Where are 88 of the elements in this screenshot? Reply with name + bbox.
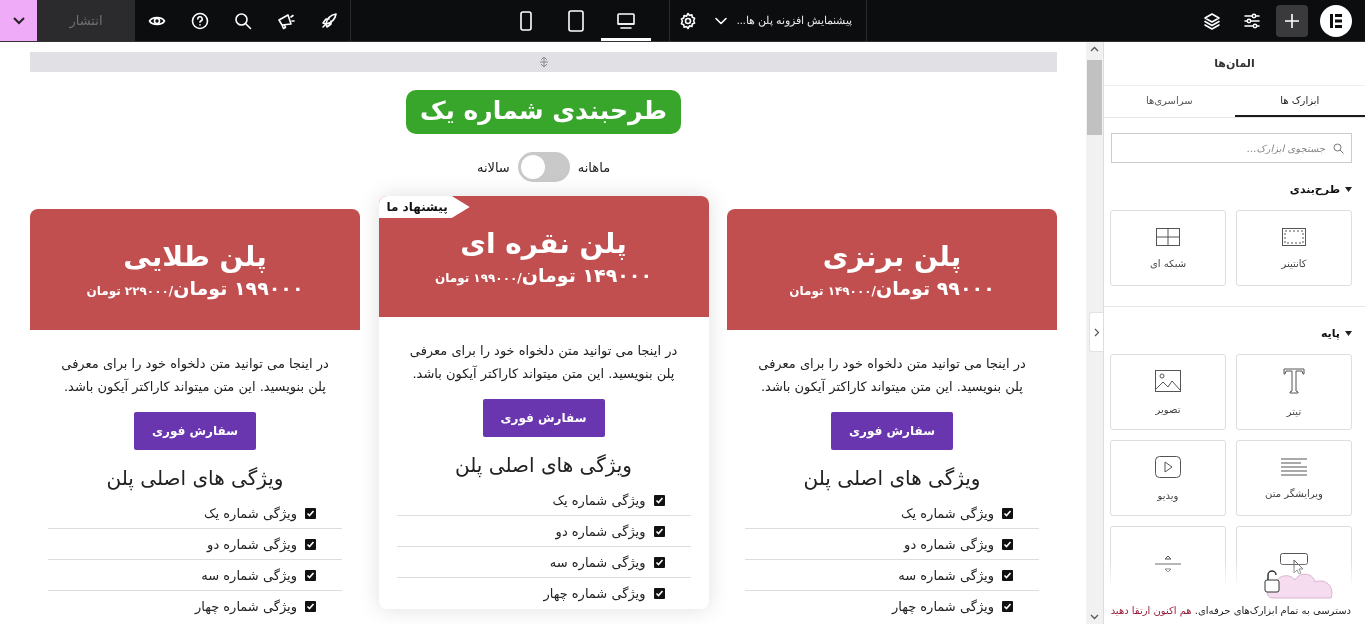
scroll-down-icon[interactable] [1090, 614, 1099, 620]
feature-text: ویژگی شماره یک [552, 492, 646, 508]
upgrade-link[interactable]: هم اکنون ارتقا دهید [1110, 605, 1192, 616]
caret-icon [1345, 331, 1352, 336]
order-button[interactable]: سفارش فوری [134, 412, 256, 450]
settings-icon [679, 11, 698, 30]
container-icon [1282, 227, 1306, 246]
widget-label: شبکه ای [1149, 257, 1187, 269]
tablet-icon [568, 9, 584, 32]
megaphone-icon [276, 11, 295, 30]
text-editor-icon [1281, 457, 1307, 476]
feature-text: ویژگی شماره دو [904, 536, 994, 552]
chevron-right-icon [1093, 327, 1100, 337]
recommendation-badge: پیشنهاد ما [378, 196, 470, 218]
layers-icon [1203, 11, 1221, 30]
features-heading: ویژگی های اصلی پلن [454, 453, 633, 477]
search-icon [1333, 143, 1344, 154]
logo-icon[interactable] [1320, 5, 1352, 37]
widget-label: ویرایشگر متن [1265, 487, 1323, 499]
desktop-icon [617, 12, 635, 29]
upgrade-message: دسترسی به تمام ابزارک‌های حرفه‌ای. هم اکنون ارتقا دهید [1110, 605, 1351, 616]
billing-toggle[interactable] [517, 152, 570, 182]
scroll-up-icon[interactable] [1090, 46, 1099, 52]
button-icon [1280, 553, 1308, 575]
drag-icon [538, 56, 549, 68]
page-heading: طرحبندی شماره یک [405, 90, 682, 134]
panel-title: المان‌ها [1104, 42, 1365, 86]
toggle-label: ماهانه [577, 159, 611, 175]
features-heading: ویژگی های اصلی پلن [803, 466, 981, 490]
plan-price: ۹۹۰۰۰ تومان [876, 277, 995, 299]
feature-text: ویژگی شماره یک [900, 505, 994, 521]
plan-price: ۱۹۹۰۰۰ تومان [173, 277, 304, 299]
plan-description: در اینجا می توانید متن دلخواه خود را برای معرفی پلن بنویسید. این متن میتواند کاراکتر آیکون باشد. [408, 342, 679, 384]
plan-name: پلن برنزی [822, 240, 962, 273]
old-price: /۲۲۹۰۰۰ تومان [86, 284, 174, 298]
help-icon [190, 11, 209, 30]
grid-icon [1156, 227, 1180, 246]
feature-text: ویژگی شماره دو [555, 523, 646, 539]
search-icon [233, 11, 252, 30]
widget-tile[interactable]: شبکه ای [1110, 210, 1226, 286]
plan-name: پلن نقره ای [460, 227, 627, 260]
feature-text: ویژگی شماره سه [201, 567, 297, 583]
mobile-icon [520, 10, 532, 31]
heading-icon [1283, 367, 1305, 394]
plan-description: در اینجا می توانید متن دلخواه خود را برای معرفی پلن بنویسید. این متن میتواند کاراکتر آیکون باشد. [60, 355, 330, 397]
widget-tile[interactable]: ویدیو [1110, 440, 1226, 516]
panel-tab[interactable]: ابزارک ها [1234, 86, 1365, 117]
section-toggle[interactable]: پایه [1320, 327, 1352, 340]
rocket-icon [319, 11, 338, 30]
search-field[interactable]: جستجوی ابزارک... [1111, 133, 1352, 163]
feature-text: ویژگی شماره دو [207, 536, 297, 552]
divider-icon [1155, 553, 1181, 575]
widget-label: تیتر [1286, 405, 1302, 417]
feature-text: ویژگی شماره چهار [194, 599, 297, 614]
feature-text: ویژگی شماره چهار [543, 586, 646, 601]
section-toggle[interactable]: طرح‌بندی [1289, 183, 1352, 196]
widget-label: تصویر [1155, 403, 1181, 415]
old-price: /۱۹۹۰۰۰ تومان [434, 271, 522, 285]
section-handle[interactable] [30, 52, 1057, 72]
plus-icon [1284, 13, 1300, 29]
toggle-label: سالانه [476, 159, 510, 175]
sliders-icon [1243, 11, 1261, 30]
chevron-down-icon [714, 16, 727, 25]
widget-tile[interactable]: ویرایشگر متن [1236, 440, 1352, 516]
page-title-dropdown[interactable]: پیشنمایش افزونه پلن ها... [706, 0, 866, 41]
panel-tab[interactable]: سراسری‌ها [1104, 86, 1235, 117]
feature-text: ویژگی شماره چهار [891, 599, 994, 614]
plan-description: در اینجا می توانید متن دلخواه خود را برای معرفی پلن بنویسید. این متن میتواند کاراکتر آیکون باشد. [757, 355, 1027, 397]
widget-tile[interactable]: تیتر [1236, 354, 1352, 430]
caret-icon [1345, 187, 1352, 192]
chevron-down-icon [11, 15, 26, 26]
add-element-button[interactable] [1276, 5, 1308, 37]
scrollbar-thumb[interactable] [1087, 60, 1102, 135]
feature-text: ویژگی شماره سه [549, 554, 646, 570]
video-icon [1155, 455, 1181, 478]
widget-tile[interactable]: کانتینر [1236, 210, 1352, 286]
features-heading: ویژگی های اصلی پلن [106, 466, 284, 490]
feature-text: ویژگی شماره سه [898, 567, 994, 583]
order-button[interactable]: سفارش فوری [831, 412, 953, 450]
widget-tile[interactable]: تصویر [1110, 354, 1226, 430]
plan-price: ۱۴۹۰۰۰ تومان [521, 264, 653, 286]
old-price: /۱۴۹۰۰۰ تومان [789, 284, 876, 298]
plan-name: پلن طلایی [123, 240, 267, 273]
widget-label: کانتینر [1281, 257, 1307, 269]
widget-label: ویدیو [1157, 489, 1179, 501]
feature-text: ویژگی شماره یک [203, 505, 297, 521]
image-icon [1155, 369, 1181, 392]
order-button[interactable]: سفارش فوری [482, 399, 605, 437]
